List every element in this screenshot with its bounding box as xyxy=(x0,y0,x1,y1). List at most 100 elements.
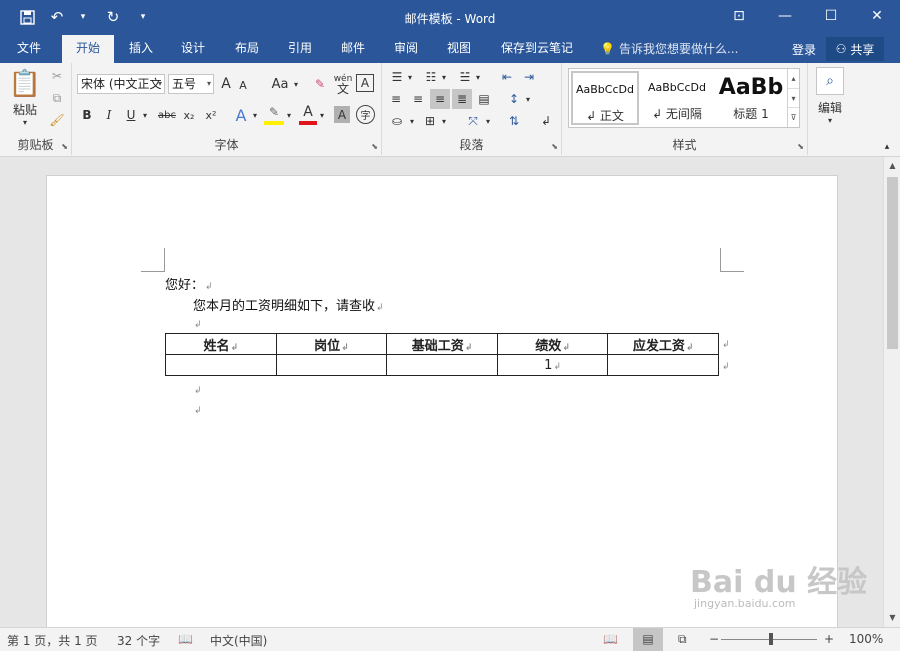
empty-line[interactable]: ↲ xyxy=(193,316,202,331)
cell-base-salary[interactable] xyxy=(386,354,498,376)
page-count[interactable]: 第 1 页，共 1 页 xyxy=(7,632,98,649)
styles-launcher-icon[interactable]: ⬊ xyxy=(797,142,804,151)
chinese-layout-dropdown-icon[interactable]: ▾ xyxy=(484,111,492,131)
salary-table[interactable]: 姓名↲ 岗位↲ 基础工资↲ 绩效↲ 应发工资↲ 1↲ xyxy=(165,333,719,376)
header-gross-pay[interactable]: 应发工资↲ xyxy=(607,333,719,355)
justify-icon[interactable]: ≣ xyxy=(452,89,472,109)
increase-indent-icon[interactable]: ⇥ xyxy=(518,67,540,87)
shrink-font-button[interactable]: A xyxy=(236,76,250,94)
underline-button[interactable]: U xyxy=(123,105,139,125)
word-count[interactable]: 32 个字 xyxy=(117,632,160,649)
numbering-dropdown-icon[interactable]: ▾ xyxy=(440,67,448,87)
borders-icon[interactable]: ⊞ xyxy=(420,111,440,131)
font-color-button[interactable]: A xyxy=(299,103,317,125)
tab-references[interactable]: 引用 xyxy=(279,35,321,63)
line-spacing-dropdown-icon[interactable]: ▾ xyxy=(524,89,532,109)
text-effects-button[interactable]: A xyxy=(232,105,250,125)
borders-dropdown-icon[interactable]: ▾ xyxy=(440,111,448,131)
proofing-icon[interactable]: 📖 xyxy=(178,632,193,646)
clipboard-launcher-icon[interactable]: ⬊ xyxy=(61,142,68,151)
font-launcher-icon[interactable]: ⬊ xyxy=(371,142,378,151)
zoom-out-button[interactable]: − xyxy=(709,632,719,646)
multilevel-dropdown-icon[interactable]: ▾ xyxy=(474,67,482,87)
paste-dropdown-icon[interactable]: ▾ xyxy=(18,117,32,127)
enclose-characters-button[interactable]: 字 xyxy=(356,105,375,124)
line-spacing-icon[interactable]: ↕ xyxy=(504,89,524,109)
customize-qat-icon[interactable]: ▾ xyxy=(130,6,156,28)
login-link[interactable]: 登录 xyxy=(792,41,816,58)
share-button[interactable]: ⚇ 共享 xyxy=(826,37,884,61)
web-layout-icon[interactable]: ⧉ xyxy=(678,632,687,647)
show-paragraph-marks-icon[interactable]: ↲ xyxy=(536,111,556,131)
styles-scroll[interactable]: ▴ ▾ ⊽ xyxy=(787,69,799,127)
tab-mailings[interactable]: 邮件 xyxy=(332,35,374,63)
tab-layout[interactable]: 布局 xyxy=(226,35,268,63)
paste-button[interactable]: 粘贴 xyxy=(8,101,42,117)
tell-me-search[interactable]: 💡 告诉我您想要做什么... xyxy=(600,40,738,57)
tab-save-to-cloud-notes[interactable]: 保存到云笔记 xyxy=(494,35,580,63)
clear-formatting-icon[interactable]: ✎ xyxy=(310,74,330,94)
redo-icon[interactable]: ↻ xyxy=(100,6,126,28)
minimize-button[interactable]: — xyxy=(762,0,808,32)
style-no-spacing[interactable]: AaBbCcDd ↲ 无间隔 xyxy=(641,71,713,125)
underline-dropdown-icon[interactable]: ▾ xyxy=(140,105,150,125)
align-left-icon[interactable]: ≡ xyxy=(386,89,406,109)
character-border-button[interactable]: A xyxy=(356,74,374,92)
tab-home[interactable]: 开始 xyxy=(62,35,114,63)
zoom-level[interactable]: 100% xyxy=(849,632,883,646)
highlight-dropdown-icon[interactable]: ▾ xyxy=(284,105,294,125)
tab-view[interactable]: 视图 xyxy=(438,35,480,63)
read-mode-icon[interactable]: 📖 xyxy=(603,632,618,646)
font-size-dropdown[interactable]: 五号 ▾ xyxy=(168,74,214,94)
scroll-thumb[interactable] xyxy=(887,177,898,349)
header-name[interactable]: 姓名↲ xyxy=(165,333,277,355)
zoom-in-button[interactable]: + xyxy=(824,632,834,646)
body-line[interactable]: 您本月的工资明细如下，请查收↲ xyxy=(193,295,384,314)
cell-gross-pay[interactable] xyxy=(607,354,719,376)
editing-dropdown-icon[interactable]: ▾ xyxy=(824,115,836,125)
font-name-dropdown[interactable]: 宋体 (中文正文 ▾ xyxy=(77,74,165,94)
phonetic-guide-button[interactable]: wén 文 xyxy=(333,72,353,96)
bullets-icon[interactable]: ☰ xyxy=(386,67,408,87)
scroll-up-icon[interactable]: ▲ xyxy=(886,159,899,173)
undo-icon[interactable]: ↶ xyxy=(44,6,70,28)
chevron-down-icon[interactable]: ▾ xyxy=(788,88,799,107)
text-effects-dropdown-icon[interactable]: ▾ xyxy=(250,105,260,125)
cell-name[interactable] xyxy=(165,354,277,376)
search-icon[interactable]: ⌕ xyxy=(816,67,844,95)
tab-file[interactable]: 文件 xyxy=(8,35,50,63)
close-button[interactable]: ✕ xyxy=(854,0,900,32)
editing-button[interactable]: 编辑 xyxy=(810,99,850,115)
cell-performance[interactable]: 1↲ xyxy=(496,354,609,376)
cut-icon[interactable]: ✂ xyxy=(48,67,66,85)
more-styles-icon[interactable]: ⊽ xyxy=(788,107,799,126)
style-heading-1[interactable]: AaBb 标题 1 xyxy=(715,71,787,125)
empty-line[interactable]: ↲ xyxy=(193,402,202,417)
cell-position[interactable] xyxy=(275,354,388,376)
bold-button[interactable]: B xyxy=(79,105,95,125)
copy-icon[interactable]: ⧉ xyxy=(48,89,66,107)
header-position[interactable]: 岗位↲ xyxy=(275,333,388,355)
strikethrough-button[interactable]: abc xyxy=(156,105,178,125)
language[interactable]: 中文(中国) xyxy=(210,632,267,649)
undo-dropdown-icon[interactable]: ▾ xyxy=(70,6,96,28)
header-performance[interactable]: 绩效↲ xyxy=(496,333,609,355)
paragraph-launcher-icon[interactable]: ⬊ xyxy=(551,142,558,151)
header-base-salary[interactable]: 基础工资↲ xyxy=(386,333,498,355)
chevron-up-icon[interactable]: ▴ xyxy=(788,69,799,88)
empty-line[interactable]: ↲ xyxy=(193,382,202,397)
vertical-scrollbar[interactable]: ▲ ▼ xyxy=(883,157,900,627)
style-normal[interactable]: AaBbCcDd ↲ 正文 xyxy=(571,71,639,125)
print-layout-icon[interactable]: ▤ xyxy=(633,628,663,651)
highlight-color-icon[interactable]: ✎ xyxy=(264,103,284,125)
maximize-button[interactable]: ☐ xyxy=(808,0,854,32)
bullets-dropdown-icon[interactable]: ▾ xyxy=(406,67,414,87)
subscript-button[interactable]: x₂ xyxy=(180,105,198,125)
font-color-dropdown-icon[interactable]: ▾ xyxy=(317,105,327,125)
tab-insert[interactable]: 插入 xyxy=(120,35,162,63)
align-right-icon[interactable]: ≡ xyxy=(430,89,450,109)
greeting-line[interactable]: 您好：↲ xyxy=(165,274,213,293)
zoom-slider-knob[interactable] xyxy=(769,633,773,645)
distributed-icon[interactable]: ▤ xyxy=(474,89,494,109)
change-case-dropdown-icon[interactable]: ▾ xyxy=(291,74,301,94)
